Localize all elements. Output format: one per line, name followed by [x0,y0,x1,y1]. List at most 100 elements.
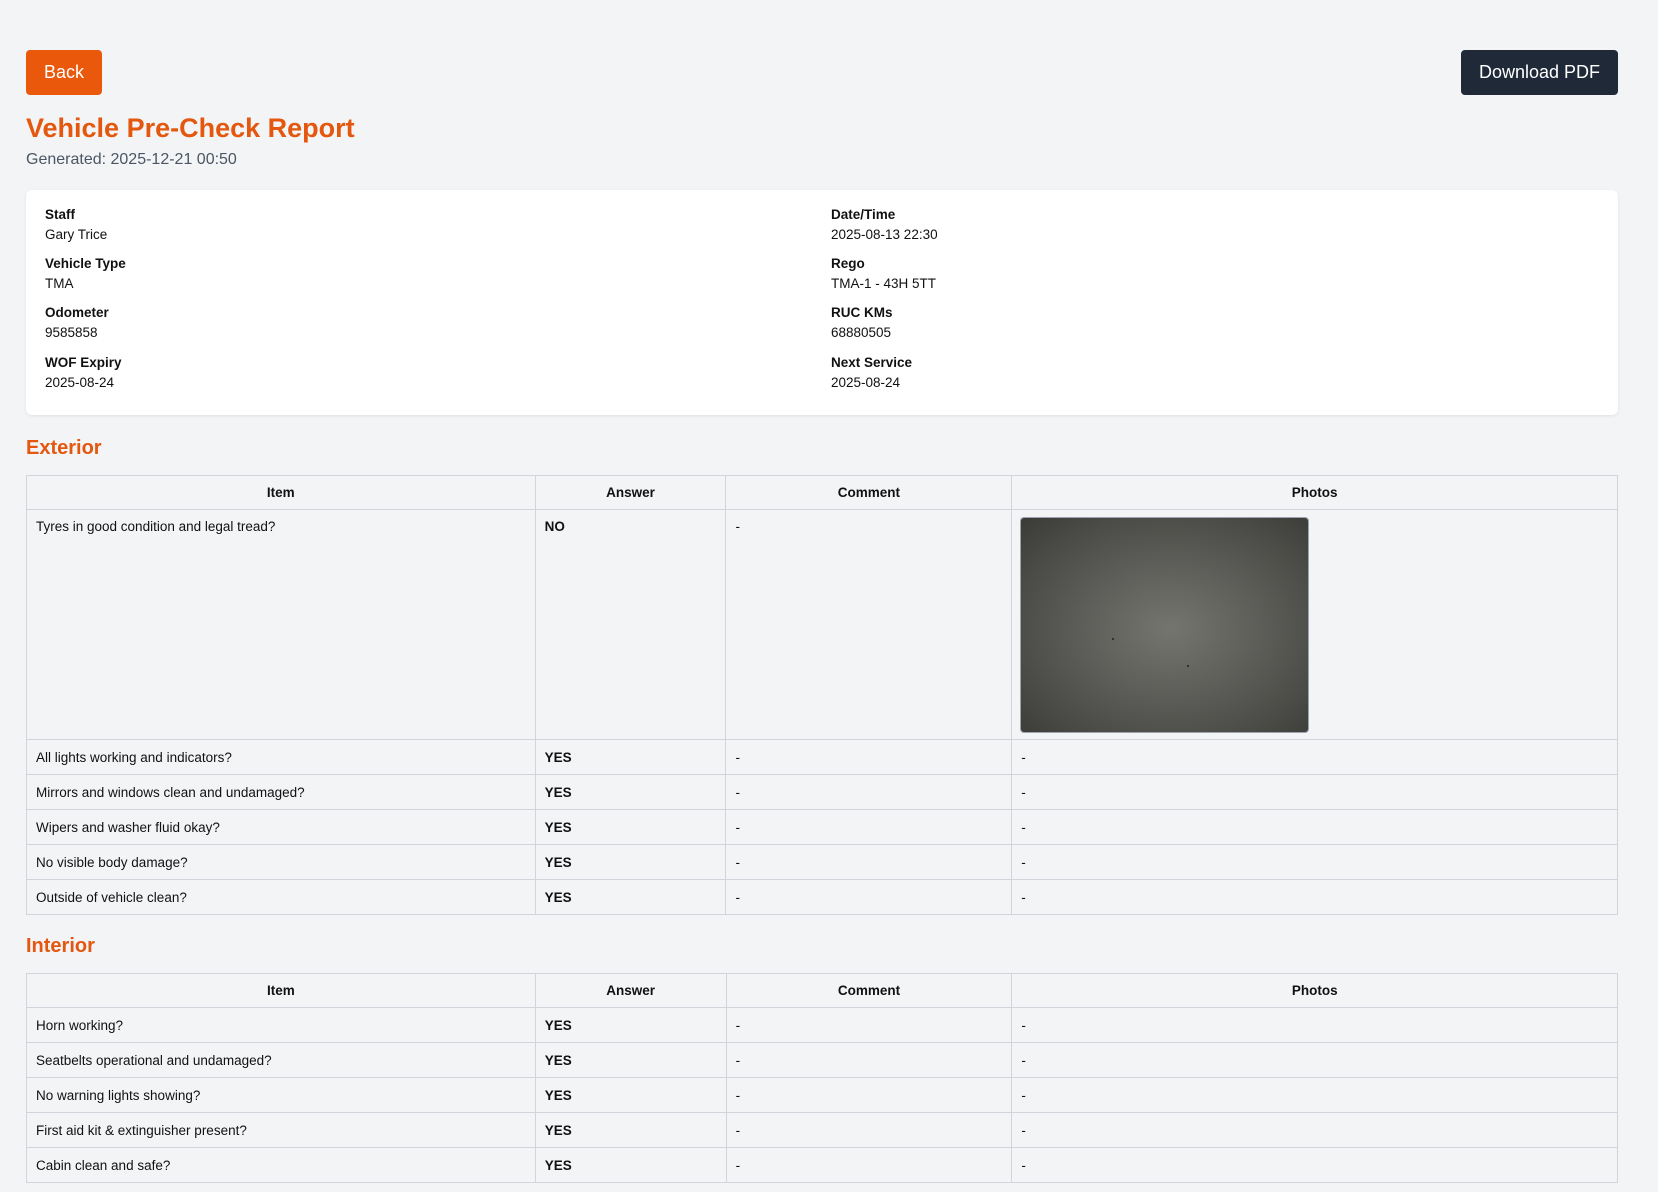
info-odometer: Odometer 9585858 [45,305,109,340]
info-next-service: Next Service 2025-08-24 [831,355,912,390]
cell-photos [1011,509,1618,740]
cell-item: First aid kit & extinguisher present? [26,1112,536,1148]
cell-comment: - [725,1147,1013,1183]
info-label: Next Service [831,355,913,370]
table-header-row: Item Answer Comment Photos [26,973,1618,1008]
info-label: WOF Expiry [45,355,122,370]
cell-comment: - [725,774,1013,810]
cell-photos: - [1011,1147,1618,1183]
table-row: Outside of vehicle clean? YES - - [26,879,1618,915]
cell-photos: - [1011,774,1618,810]
cell-photos: - [1011,809,1618,845]
col-header-answer: Answer [534,973,727,1008]
generated-timestamp: Generated: 2025-12-21 00:50 [26,151,237,168]
cell-comment: - [725,879,1013,915]
table-row: First aid kit & extinguisher present? YE… [26,1112,1618,1148]
cell-photos: - [1011,844,1618,880]
cell-item: All lights working and indicators? [26,739,536,775]
exterior-table: Item Answer Comment Photos Tyres in good… [26,475,1618,915]
col-header-comment: Comment [725,475,1013,510]
cell-answer: YES [534,1042,727,1078]
table-row: No visible body damage? YES - - [26,844,1618,880]
col-header-item: Item [26,475,536,510]
cell-answer: YES [534,809,727,845]
info-value: TMA [45,276,74,291]
info-label: Vehicle Type [45,256,126,271]
info-ruc-kms: RUC KMs 68880505 [831,305,893,340]
col-header-answer: Answer [534,475,727,510]
info-label: Rego [831,256,865,271]
cell-item: Outside of vehicle clean? [26,879,536,915]
cell-photos: - [1011,1077,1618,1113]
cell-answer: YES [534,1147,727,1183]
table-row: Wipers and washer fluid okay? YES - - [26,809,1618,845]
cell-answer: NO [534,509,727,740]
cell-photos: - [1011,1112,1618,1148]
cell-comment: - [725,1007,1013,1043]
cell-comment: - [725,844,1013,880]
cell-comment: - [725,809,1013,845]
info-value: 2025-08-24 [45,375,115,390]
info-value: 68880505 [831,325,892,340]
download-pdf-button[interactable]: Download PDF [1461,50,1618,95]
table-header-row: Item Answer Comment Photos [26,475,1618,510]
info-label: Odometer [45,305,109,320]
interior-table: Item Answer Comment Photos Horn working?… [26,973,1618,1183]
cell-photos: - [1011,1042,1618,1078]
cell-item: Cabin clean and safe? [26,1147,536,1183]
info-staff: Staff Gary Trice [45,207,107,242]
table-row: Tyres in good condition and legal tread?… [26,509,1618,740]
table-row: All lights working and indicators? YES -… [26,739,1618,775]
cell-photos: - [1011,879,1618,915]
cell-comment: - [725,509,1013,740]
info-value: 2025-08-13 22:30 [831,227,938,242]
section-title-interior: Interior [26,935,95,957]
cell-answer: YES [534,739,727,775]
info-value: 2025-08-24 [831,375,901,390]
report-page: Back Download PDF Vehicle Pre-Check Repo… [0,0,1658,1192]
cell-item: No warning lights showing? [26,1077,536,1113]
info-value: TMA-1 - 43H 5TT [831,276,937,291]
vehicle-info-card: Staff Gary Trice Date/Time 2025-08-13 22… [26,190,1618,415]
col-header-item: Item [26,973,536,1008]
col-header-photos: Photos [1011,475,1618,510]
cell-answer: YES [534,844,727,880]
page-title: Vehicle Pre-Check Report [26,113,355,143]
info-value: 9585858 [45,325,98,340]
info-rego: Rego TMA-1 - 43H 5TT [831,256,936,291]
cell-comment: - [725,739,1013,775]
back-button[interactable]: Back [26,50,102,95]
cell-answer: YES [534,1007,727,1043]
cell-answer: YES [534,774,727,810]
table-row: Mirrors and windows clean and undamaged?… [26,774,1618,810]
cell-item: Wipers and washer fluid okay? [26,809,536,845]
cell-answer: YES [534,1077,727,1113]
info-vehicle-type: Vehicle Type TMA [45,256,126,291]
cell-item: Seatbelts operational and undamaged? [26,1042,536,1078]
cell-item: Tyres in good condition and legal tread? [26,509,536,740]
table-row: No warning lights showing? YES - - [26,1077,1618,1113]
cell-photos: - [1011,739,1618,775]
col-header-photos: Photos [1011,973,1618,1008]
cell-item: Mirrors and windows clean and undamaged? [26,774,536,810]
photo-thumbnail[interactable] [1021,518,1309,732]
table-row: Seatbelts operational and undamaged? YES… [26,1042,1618,1078]
cell-answer: YES [534,879,727,915]
col-header-comment: Comment [725,973,1013,1008]
section-title-exterior: Exterior [26,437,102,459]
cell-answer: YES [534,1112,727,1148]
cell-comment: - [725,1042,1013,1078]
table-row: Cabin clean and safe? YES - - [26,1147,1618,1183]
cell-comment: - [725,1077,1013,1113]
cell-item: No visible body damage? [26,844,536,880]
info-value: Gary Trice [45,227,108,242]
info-label: RUC KMs [831,305,893,320]
info-label: Date/Time [831,207,896,222]
info-label: Staff [45,207,75,222]
table-row: Horn working? YES - - [26,1007,1618,1043]
cell-photos: - [1011,1007,1618,1043]
info-datetime: Date/Time 2025-08-13 22:30 [831,207,938,242]
cell-item: Horn working? [26,1007,536,1043]
info-wof-expiry: WOF Expiry 2025-08-24 [45,355,122,390]
cell-comment: - [725,1112,1013,1148]
